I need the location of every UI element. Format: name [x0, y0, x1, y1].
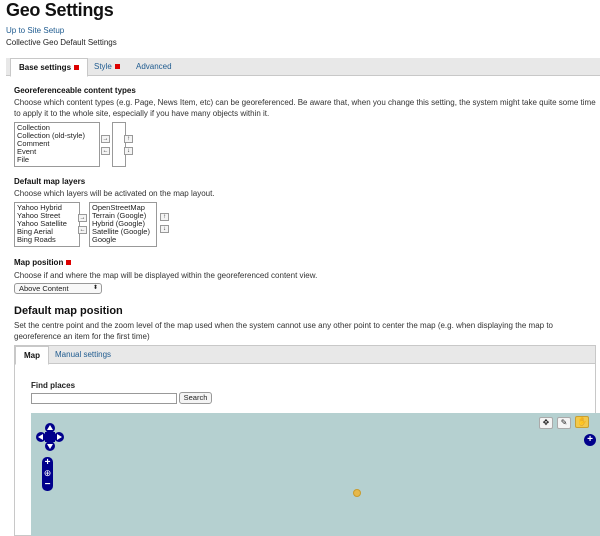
move-left-button[interactable]: ← [78, 226, 87, 234]
content-types-selected-list[interactable] [112, 122, 126, 167]
pan-control[interactable] [35, 422, 65, 462]
default-map-position-help: Set the centre point and the zoom level … [14, 321, 553, 341]
required-marker [114, 64, 120, 70]
map-layers-help: Choose which layers will be activated on… [14, 189, 215, 198]
move-up-button[interactable]: ↑ [124, 135, 133, 143]
map-tabbar: Map Manual settings [15, 346, 595, 365]
move-up-button[interactable]: ↑ [160, 213, 169, 221]
map-marker[interactable] [353, 489, 361, 497]
zoom-out-button[interactable]: − [42, 479, 53, 490]
map-position-select[interactable]: Above Content ⬍ [14, 283, 102, 294]
list-item[interactable]: File [17, 156, 97, 164]
zoom-in-button[interactable]: + [42, 457, 53, 468]
edit-tool-icon[interactable]: ✎ [557, 417, 571, 429]
tab-advanced-label: Advanced [136, 62, 172, 71]
map-position-heading: Map position [14, 258, 72, 267]
map-layers-selected-list[interactable]: OpenStreetMap Terrain (Google) Hybrid (G… [89, 202, 157, 247]
layer-switcher-button[interactable]: + [584, 434, 596, 446]
zoom-world-icon[interactable]: ⊕ [42, 468, 53, 479]
content-types-heading: Georeferenceable content types [14, 86, 136, 95]
content-types-available-list[interactable]: Collection Collection (old-style) Commen… [14, 122, 100, 167]
map-position-heading-label: Map position [14, 258, 64, 267]
default-map-position-heading: Default map position [14, 305, 123, 317]
find-places-label: Find places [31, 381, 76, 390]
tab-style[interactable]: Style [86, 58, 128, 76]
tab-style-label: Style [94, 62, 112, 71]
pan-hand-tool-icon[interactable]: ✋ [575, 416, 589, 428]
move-right-button[interactable]: → [101, 135, 110, 143]
required-marker [74, 65, 80, 71]
move-down-button[interactable]: ↓ [124, 147, 133, 155]
tab-map[interactable]: Map [15, 346, 49, 365]
tab-manual-settings-label: Manual settings [55, 350, 112, 359]
move-left-button[interactable]: ← [101, 147, 110, 155]
page-title: Geo Settings [6, 0, 114, 20]
search-button[interactable]: Search [179, 392, 212, 404]
map-canvas[interactable]: + ⊕ − ✥ ✎ ✋ + [31, 413, 600, 536]
zoom-control: + ⊕ − [42, 457, 53, 491]
map-layers-heading: Default map layers [14, 177, 86, 186]
map-position-select-value: Above Content [19, 284, 69, 293]
map-layers-available-list[interactable]: Yahoo Hybrid Yahoo Street Yahoo Satellit… [14, 202, 80, 247]
list-item[interactable]: Bing Roads [17, 236, 77, 244]
settings-tabbar: Base settings Style Advanced [6, 58, 600, 77]
content-types-help: Choose which content types (e.g. Page, N… [14, 98, 596, 118]
required-marker [66, 260, 72, 266]
move-right-button[interactable]: → [78, 214, 87, 222]
page-subtitle: Collective Geo Default Settings [6, 38, 117, 47]
map-position-help: Choose if and where the map will be disp… [14, 271, 318, 280]
list-item[interactable]: Event [17, 148, 97, 156]
navigation-tool-icon[interactable]: ✥ [539, 417, 553, 429]
up-to-site-setup-link[interactable]: Up to Site Setup [6, 26, 64, 35]
tab-advanced[interactable]: Advanced [128, 58, 180, 76]
list-item[interactable]: Google [92, 236, 154, 244]
find-places-input[interactable] [31, 393, 177, 404]
tab-base-settings-label: Base settings [19, 63, 72, 72]
move-down-button[interactable]: ↓ [160, 225, 169, 233]
tab-base-settings[interactable]: Base settings [10, 58, 89, 77]
tab-manual-settings[interactable]: Manual settings [47, 346, 119, 364]
select-arrows-icon: ⬍ [92, 285, 98, 291]
tab-map-label: Map [24, 351, 40, 360]
